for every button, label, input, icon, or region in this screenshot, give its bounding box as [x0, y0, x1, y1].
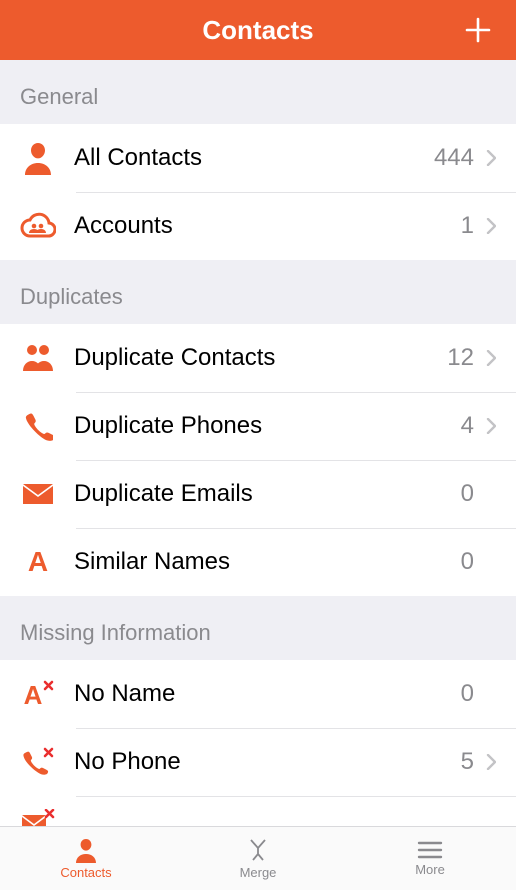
row-count: 5 [454, 748, 474, 776]
svg-text:A: A [28, 548, 48, 576]
row-label: No Phone [74, 748, 454, 776]
row-duplicate-contacts[interactable]: Duplicate Contacts 12 [0, 324, 516, 392]
row-label: Similar Names [74, 548, 454, 576]
hamburger-icon [417, 840, 443, 860]
two-people-icon [18, 338, 58, 378]
cloud-people-icon [18, 206, 58, 246]
chevron-placeholder [484, 683, 498, 705]
row-accounts[interactable]: Accounts 1 [0, 192, 516, 260]
tab-label: More [415, 862, 445, 877]
chevron-right-icon [484, 215, 498, 237]
row-count: 0 [454, 548, 474, 576]
chevron-right-icon [484, 751, 498, 773]
row-duplicate-emails[interactable]: Duplicate Emails 0 [0, 460, 516, 528]
chevron-right-icon [484, 347, 498, 369]
tab-label: Contacts [60, 865, 111, 880]
envelope-x-icon [18, 802, 58, 826]
row-count: 4 [454, 412, 474, 440]
row-duplicate-phones[interactable]: Duplicate Phones 4 [0, 392, 516, 460]
plus-icon [465, 17, 491, 43]
row-partial-cutoff[interactable] [0, 796, 516, 826]
row-no-phone[interactable]: No Phone 5 [0, 728, 516, 796]
phone-icon [18, 406, 58, 446]
page-title: Contacts [202, 15, 313, 46]
phone-x-icon [18, 742, 58, 782]
tab-contacts[interactable]: Contacts [0, 827, 172, 890]
chevron-placeholder [484, 551, 498, 573]
section-header-missing: Missing Information [0, 596, 516, 660]
row-count: 0 [454, 480, 474, 508]
section-missing-list: A No Name 0 No Phone 5 [0, 660, 516, 826]
row-label: All Contacts [74, 144, 434, 172]
section-header-general: General [0, 60, 516, 124]
row-all-contacts[interactable]: All Contacts 444 [0, 124, 516, 192]
row-similar-names[interactable]: A Similar Names 0 [0, 528, 516, 596]
section-general-list: All Contacts 444 Accounts 1 [0, 124, 516, 260]
chevron-right-icon [484, 147, 498, 169]
row-label: No Name [74, 680, 454, 708]
add-contact-button[interactable] [458, 0, 498, 60]
merge-icon [245, 837, 271, 863]
person-icon [73, 837, 99, 863]
tab-more[interactable]: More [344, 827, 516, 890]
person-icon [18, 138, 58, 178]
row-count: 1 [454, 212, 474, 240]
app-header: Contacts [0, 0, 516, 60]
row-count: 0 [454, 680, 474, 708]
tab-label: Merge [240, 865, 277, 880]
row-count: 444 [434, 144, 474, 172]
row-count: 12 [447, 344, 474, 372]
row-label: Duplicate Contacts [74, 344, 447, 372]
row-no-name[interactable]: A No Name 0 [0, 660, 516, 728]
row-label: Duplicate Phones [74, 412, 454, 440]
content-scroll[interactable]: General All Contacts 444 Accounts 1 [0, 60, 516, 826]
chevron-right-icon [484, 415, 498, 437]
section-duplicates-list: Duplicate Contacts 12 Duplicate Phones 4… [0, 324, 516, 596]
letter-a-x-icon: A [18, 674, 58, 714]
section-header-duplicates: Duplicates [0, 260, 516, 324]
svg-text:A: A [24, 680, 43, 709]
envelope-icon [18, 474, 58, 514]
tab-bar: Contacts Merge More [0, 826, 516, 890]
row-label: Duplicate Emails [74, 480, 454, 508]
row-label: Accounts [74, 212, 454, 240]
tab-merge[interactable]: Merge [172, 827, 344, 890]
chevron-placeholder [484, 483, 498, 505]
letter-a-icon: A [18, 542, 58, 582]
